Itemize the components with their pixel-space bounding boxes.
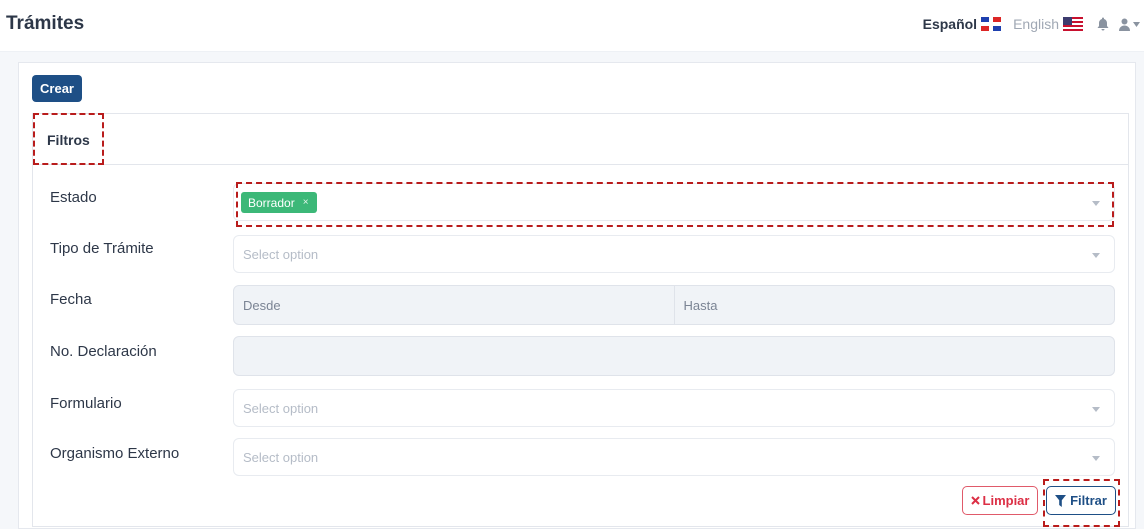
fecha-desde-placeholder: Desde <box>243 298 281 313</box>
user-menu-icon[interactable] <box>1119 18 1140 31</box>
filter-button[interactable]: Filtrar <box>1046 486 1116 515</box>
bell-icon[interactable] <box>1097 17 1109 31</box>
formulario-label: Formulario <box>50 395 122 412</box>
fecha-hasta-input[interactable]: Hasta <box>673 286 1115 324</box>
tipo-select[interactable]: Select option <box>233 235 1115 273</box>
estado-tag: Borrador × <box>241 192 317 213</box>
tipo-placeholder: Select option <box>243 247 319 262</box>
filter-title: Filtros <box>47 132 90 148</box>
organismo-label: Organismo Externo <box>50 445 180 462</box>
fecha-desde-input[interactable]: Desde <box>234 286 674 324</box>
language-english[interactable]: English <box>1013 16 1083 32</box>
fecha-range: Desde Hasta <box>233 285 1115 325</box>
chevron-down-icon <box>1133 21 1140 27</box>
top-header: Trámites Español English <box>0 0 1144 52</box>
declaracion-input[interactable] <box>233 336 1115 376</box>
chevron-down-icon <box>1092 253 1100 258</box>
filter-button-label: Filtrar <box>1070 493 1107 508</box>
clear-button[interactable]: Limpiar <box>962 486 1038 515</box>
create-button[interactable]: Crear <box>32 75 82 102</box>
clear-button-label: Limpiar <box>982 493 1030 508</box>
us-flag-icon <box>1063 17 1083 31</box>
formulario-placeholder: Select option <box>243 401 319 416</box>
filter-icon <box>1055 494 1067 507</box>
fecha-label: Fecha <box>50 291 92 308</box>
language-spanish[interactable]: Español <box>922 16 1002 32</box>
chevron-down-icon <box>1092 456 1100 461</box>
tag-remove-icon[interactable]: × <box>303 197 309 208</box>
close-icon <box>970 496 980 505</box>
chevron-down-icon <box>1092 201 1100 206</box>
chevron-down-icon <box>1092 407 1100 412</box>
page-title: Trámites <box>6 13 85 34</box>
fecha-hasta-placeholder: Hasta <box>683 298 718 313</box>
tipo-label: Tipo de Trámite <box>50 240 154 257</box>
dominican-republic-flag-icon <box>981 17 1002 31</box>
language-spanish-label: Español <box>922 16 978 32</box>
organismo-placeholder: Select option <box>243 450 319 465</box>
formulario-select[interactable]: Select option <box>233 389 1115 427</box>
header-actions: Español English <box>923 13 1140 35</box>
estado-select[interactable]: Borrador × <box>233 183 1115 221</box>
organismo-select[interactable]: Select option <box>233 438 1115 476</box>
estado-label: Estado <box>50 189 97 206</box>
language-english-label: English <box>1013 16 1059 32</box>
declaracion-label: No. Declaración <box>50 343 157 360</box>
filter-panel-header[interactable] <box>32 113 1129 165</box>
estado-tag-label: Borrador <box>248 195 295 210</box>
